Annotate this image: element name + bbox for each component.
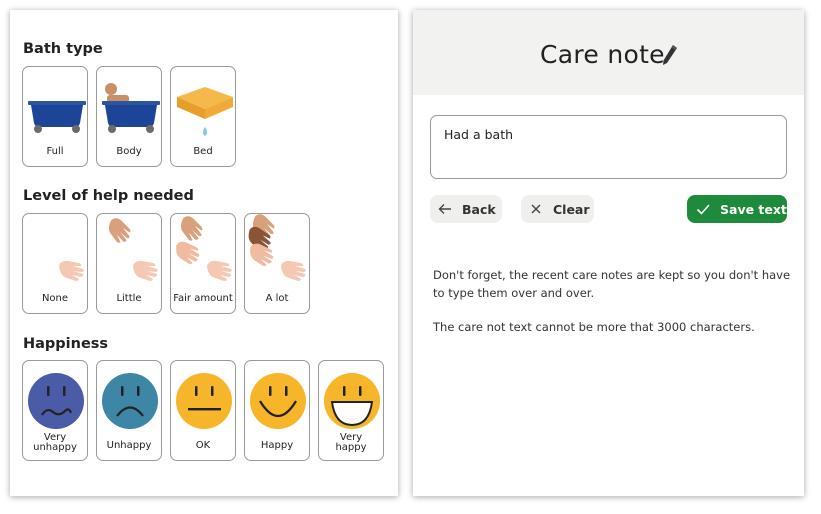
pencil-icon bbox=[663, 45, 677, 65]
help-level-title: Level of help needed bbox=[23, 188, 194, 204]
very-happy-label: Very happy bbox=[335, 432, 367, 453]
help-none-label: None bbox=[41, 293, 69, 304]
bath-type-body-card[interactable]: Body bbox=[96, 66, 162, 167]
ok-card[interactable]: OK bbox=[170, 360, 236, 461]
back-button-label: Back bbox=[462, 201, 496, 217]
very-unhappy-label: Very unhappy bbox=[33, 432, 77, 453]
help-little-label: Little bbox=[116, 293, 142, 304]
arrow-left-icon bbox=[438, 204, 451, 214]
care-note-input[interactable]: Had a bath bbox=[430, 115, 787, 179]
unhappy-label: Unhappy bbox=[106, 440, 152, 451]
clear-button[interactable]: Clear bbox=[521, 195, 594, 223]
happiness-title: Happiness bbox=[23, 336, 109, 352]
bath-type-title: Bath type bbox=[23, 41, 103, 57]
close-icon bbox=[531, 204, 541, 214]
ok-label: OK bbox=[195, 440, 211, 451]
back-button[interactable]: Back bbox=[430, 195, 502, 223]
save-text-button-label: Save text bbox=[720, 201, 787, 217]
care-note-info-recent: Don't forget, the recent care notes are … bbox=[433, 268, 791, 300]
very-happy-card[interactable]: Very happy bbox=[318, 360, 384, 461]
unhappy-card[interactable]: Unhappy bbox=[96, 360, 162, 461]
help-little-card[interactable]: Little bbox=[96, 213, 162, 314]
help-none-card[interactable]: None bbox=[22, 213, 88, 314]
options-panel: Bath type Full Body Bed Level of help ne… bbox=[10, 10, 398, 496]
care-note-header: Care note bbox=[413, 10, 804, 95]
care-note-info-limit: The care not text cannot be more that 30… bbox=[433, 320, 755, 334]
bath-type-body-label: Body bbox=[116, 146, 142, 157]
help-lot-card[interactable]: A lot bbox=[244, 213, 310, 314]
happy-card[interactable]: Happy bbox=[244, 360, 310, 461]
bath-type-full-card[interactable]: Full bbox=[22, 66, 88, 167]
happy-label: Happy bbox=[260, 440, 294, 451]
help-fair-card[interactable]: Fair amount bbox=[170, 213, 236, 314]
care-note-panel: Care note Had a bath Back Clear Save tex… bbox=[413, 10, 804, 496]
bath-type-bed-card[interactable]: Bed bbox=[170, 66, 236, 167]
very-unhappy-card[interactable]: Very unhappy bbox=[22, 360, 88, 461]
help-lot-label: A lot bbox=[265, 293, 289, 304]
bath-type-full-label: Full bbox=[46, 146, 64, 157]
save-text-button[interactable]: Save text bbox=[687, 195, 787, 223]
clear-button-label: Clear bbox=[553, 201, 590, 217]
bath-type-bed-label: Bed bbox=[193, 146, 213, 157]
care-note-title: Care note bbox=[540, 40, 665, 69]
help-fair-label: Fair amount bbox=[173, 293, 233, 304]
checkmark-icon bbox=[696, 204, 710, 215]
